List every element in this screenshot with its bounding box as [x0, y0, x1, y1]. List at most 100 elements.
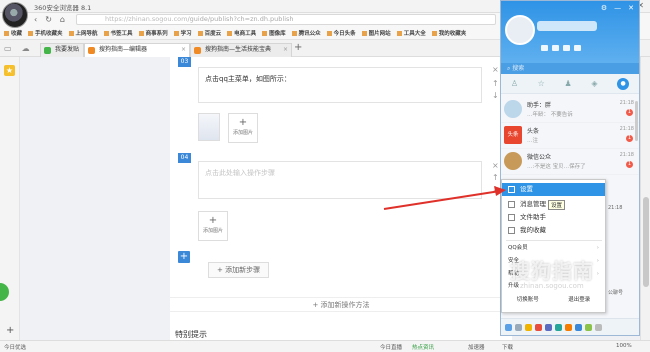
status-download[interactable]: 下载 [502, 343, 513, 351]
step-4-textbox[interactable]: 点击此处输入操作步骤 [198, 161, 482, 199]
groups-tab-icon[interactable]: ♟ [564, 79, 571, 88]
qq-scrollbar[interactable] [635, 101, 638, 141]
status-today-pick[interactable]: 今日优选 [4, 343, 26, 351]
menu-item-my-favorites[interactable]: 我的收藏 [502, 224, 605, 237]
add-image-button[interactable]: + 添加图片 [228, 113, 258, 143]
bookmark-item[interactable]: 电商工具 [227, 29, 256, 37]
tab-favicon [44, 47, 51, 54]
qq-user-avatar[interactable] [505, 15, 535, 45]
app-manager-icon[interactable] [595, 323, 602, 331]
app-icon[interactable] [555, 323, 562, 331]
bookmark-item[interactable]: 书签工具 [103, 29, 133, 37]
status-hot-news[interactable]: 热点资讯 [412, 343, 434, 351]
contacts-tab-icon[interactable]: ♙ [511, 79, 518, 88]
add-step-plus-icon[interactable]: + [178, 251, 190, 263]
plus-icon: + [238, 117, 248, 128]
bookmark-item[interactable]: 工具大全 [396, 29, 426, 37]
qq-mail-icon[interactable] [552, 45, 559, 51]
app-icon[interactable] [565, 323, 572, 331]
tab-favicon [194, 47, 201, 54]
qq-bottom-toolbar [501, 318, 639, 335]
status-accelerator[interactable]: 加速器 [468, 343, 485, 351]
add-friend-icon[interactable] [515, 323, 522, 331]
qq-conversation-item[interactable]: 头条 头条 …注 21:18 1 [501, 123, 639, 149]
url-host: https://zhinan.sogou.com [105, 15, 188, 23]
tab-editor[interactable]: 搜狗指南—编辑器 × [84, 43, 190, 57]
user-avatar[interactable] [2, 2, 28, 28]
unread-badge: 1 [626, 109, 633, 116]
home-icon[interactable]: ⌂ [60, 15, 65, 24]
bookmark-item[interactable]: 手机收藏夹 [28, 29, 63, 37]
address-bar[interactable]: https://zhinan.sogou.com/guide/publish?c… [76, 14, 496, 25]
add-image-button[interactable]: + 添加图片 [198, 211, 228, 241]
cloud-icon[interactable]: ☁ [22, 44, 30, 53]
step-3-textbox[interactable]: 点击qq主菜单，如图所示： [198, 67, 482, 103]
sidebar-toggle-icon[interactable]: ▭ [4, 44, 12, 53]
favorites-tab-icon[interactable]: ☆ [538, 79, 545, 88]
messages-tab-icon[interactable]: ● [617, 77, 630, 90]
shield-tab-icon[interactable]: ◈ [591, 79, 597, 88]
bookmark-item[interactable]: 我的收藏夹 [431, 29, 466, 37]
page-content: 03 点击qq主菜单，如图所示： × ↑ ↓ + 添加图片 04 点击此处输入操… [20, 57, 512, 340]
tab-life-skills[interactable]: 搜狗指南—生活技能宝典 × [190, 43, 292, 57]
new-tab-icon[interactable]: + [294, 42, 302, 53]
step-delete-icon[interactable]: × [492, 65, 499, 74]
bookmark-item[interactable]: 腾讯公众 [291, 29, 321, 37]
step-move-down-icon[interactable]: ↓ [492, 185, 499, 194]
app-icon[interactable] [525, 323, 532, 331]
app-icon[interactable] [545, 323, 552, 331]
app-icon[interactable] [575, 323, 582, 331]
step-number: 04 [178, 153, 191, 163]
menu-item-settings[interactable]: 设置 [502, 183, 605, 196]
tab-wo-yao-fa-tie[interactable]: 我要发贴 [40, 43, 84, 57]
scrollbar-thumb[interactable] [643, 197, 649, 287]
qq-conversation-item[interactable]: 助手：胖 …年龄： 不要告诉 21:18 1 [501, 97, 639, 123]
bookmark-item[interactable]: 图片网站 [361, 29, 391, 37]
bookmark-item[interactable]: 上网导航 [68, 29, 98, 37]
add-new-method-button[interactable]: + 添加新操作方法 [170, 297, 512, 312]
bookmark-item[interactable]: 百度云 [197, 29, 221, 37]
tab-close-icon[interactable]: × [181, 44, 186, 56]
step-move-up-icon[interactable]: ↑ [492, 173, 499, 182]
step-move-up-icon[interactable]: ↑ [492, 79, 499, 88]
chevron-right-icon: › [596, 245, 599, 251]
menu-item-file-helper[interactable]: 文件助手 [502, 211, 605, 224]
step-delete-icon[interactable]: × [492, 161, 499, 170]
qq-side-labels: 21:18 公聊号 [608, 205, 624, 296]
menu-item-qq-member[interactable]: QQ会员 › [502, 242, 605, 255]
folder-icon [508, 214, 515, 221]
app-icon[interactable] [535, 323, 542, 331]
step-number: 03 [178, 57, 191, 67]
step-move-down-icon[interactable]: ↓ [492, 91, 499, 100]
settings-tooltip: 设置 [548, 200, 566, 210]
back-icon[interactable]: ‹ [34, 15, 37, 24]
star-icon[interactable]: ★ [4, 65, 15, 76]
qq-space-icon[interactable] [563, 45, 570, 51]
qq-weather-icon[interactable] [574, 45, 581, 51]
qq-main-menu-icon[interactable] [505, 323, 512, 331]
qq-skin-icon[interactable]: ⚙ [601, 4, 607, 12]
add-new-step-button[interactable]: + 添加新步骤 [208, 262, 270, 278]
bookmark-item[interactable]: 图像库 [262, 29, 286, 37]
status-zoom[interactable]: 100% [616, 343, 632, 349]
bookmark-item[interactable]: 商事系列 [138, 29, 168, 37]
refresh-icon[interactable]: ↻ [45, 15, 52, 24]
page-scrollbar[interactable] [640, 57, 650, 340]
qq-vip-icon[interactable] [541, 45, 548, 51]
chevron-right-icon: › [596, 258, 599, 264]
bookmark-item[interactable]: 收藏 [4, 29, 22, 37]
add-icon[interactable]: + [6, 325, 14, 336]
settings-icon [508, 186, 515, 193]
status-live[interactable]: 今日直播 [380, 343, 402, 351]
bookmark-item[interactable]: 今日头条 [326, 29, 356, 37]
bookmark-item[interactable]: 学习 [173, 29, 192, 37]
step-image-thumbnail[interactable] [198, 113, 220, 141]
logout-button[interactable]: 退出登录 [568, 295, 590, 303]
qq-search-input[interactable]: ⌕ 搜索 [501, 63, 639, 74]
qq-minimize-icon[interactable]: — [614, 4, 621, 12]
qq-close-icon[interactable]: ✕ [628, 4, 634, 12]
switch-account-button[interactable]: 切换账号 [517, 295, 539, 303]
qq-conversation-item[interactable]: 微信公众 …:不是这 宝贝…保存了 21:18 1 [501, 149, 639, 175]
app-icon[interactable] [585, 323, 592, 331]
tab-close-icon[interactable]: × [283, 44, 288, 56]
